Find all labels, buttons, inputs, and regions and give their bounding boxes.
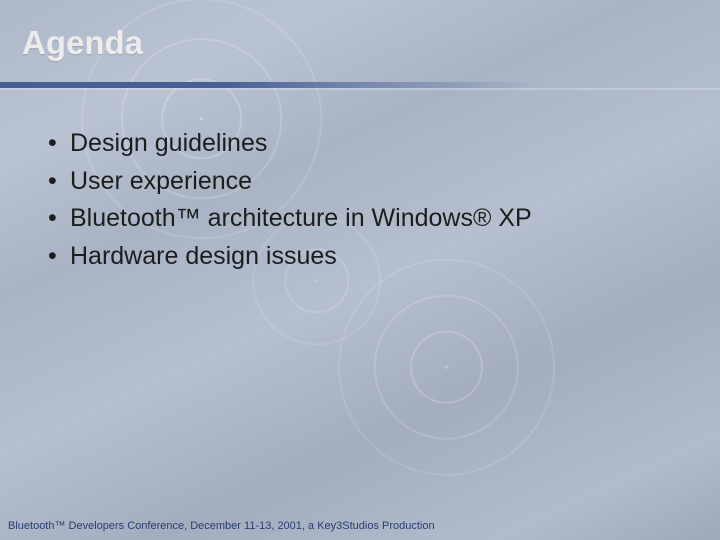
slide-footer: Bluetooth™ Developers Conference, Decemb… [8,520,580,534]
slide-title: Agenda [22,24,143,62]
agenda-list: Design guidelines User experience Blueto… [42,126,680,276]
list-item: Hardware design issues [42,239,680,275]
list-item: User experience [42,164,680,200]
slide: Agenda Design guidelines User experience… [0,0,720,540]
list-item: Bluetooth™ architecture in Windows® XP [42,201,680,237]
list-item: Design guidelines [42,126,680,162]
title-divider [0,82,720,88]
